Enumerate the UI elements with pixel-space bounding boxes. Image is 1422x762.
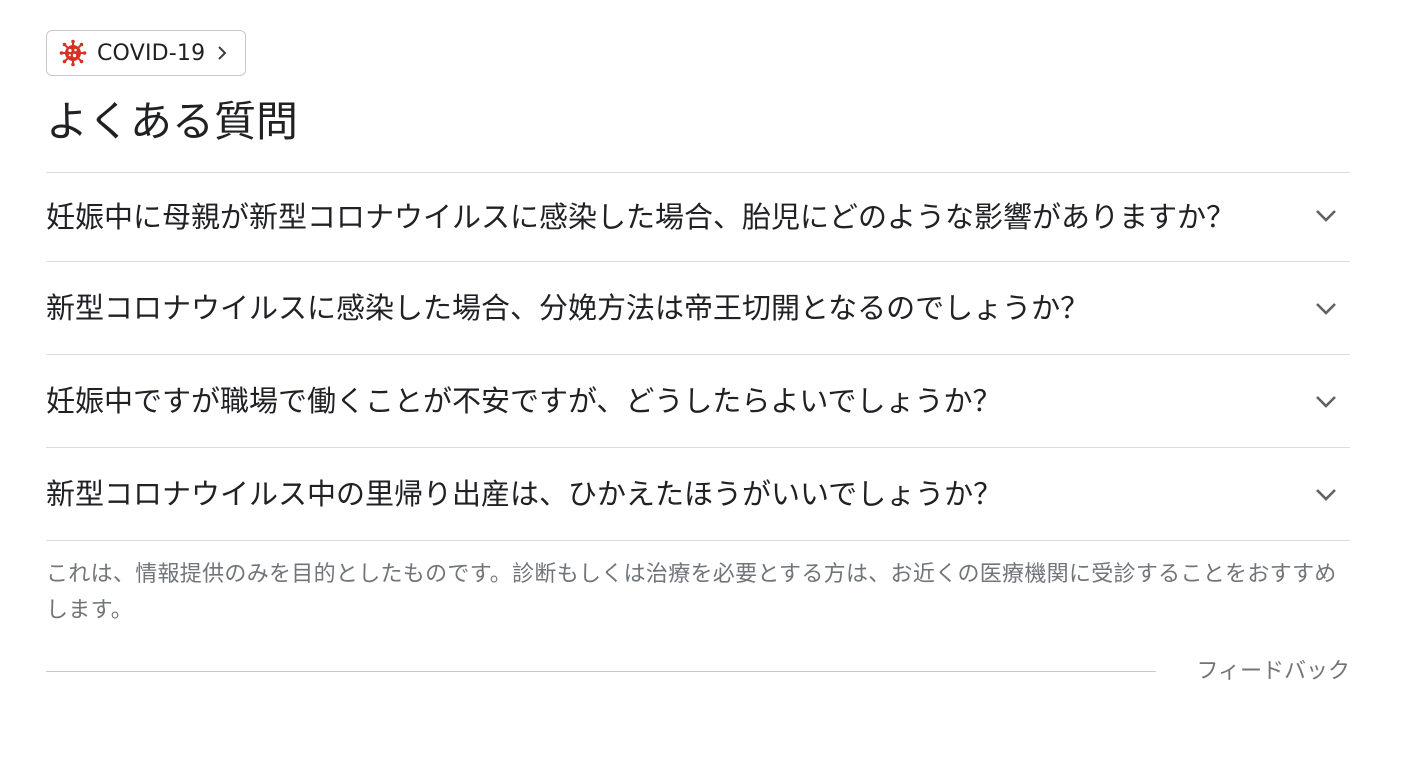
chevron-down-icon[interactable] bbox=[1312, 387, 1340, 415]
covid-chip-button[interactable]: COVID-19 bbox=[46, 30, 247, 76]
faq-item[interactable]: 妊娠中に母親が新型コロナウイルスに感染した場合、胎児にどのような影響がありますか… bbox=[46, 173, 1350, 262]
divider bbox=[46, 671, 1156, 672]
faq-item[interactable]: 妊娠中ですが職場で働くことが不安ですが、どうしたらよいでしょうか？ bbox=[46, 355, 1350, 448]
faq-item[interactable]: 新型コロナウイルスに感染した場合、分娩方法は帝王切開となるのでしょうか？ bbox=[46, 262, 1350, 355]
chevron-right-icon bbox=[215, 44, 229, 62]
faq-list: 妊娠中に母親が新型コロナウイルスに感染した場合、胎児にどのような影響がありますか… bbox=[46, 172, 1350, 541]
faq-question: 新型コロナウイルスに感染した場合、分娩方法は帝王切開となるのでしょうか？ bbox=[46, 291, 1090, 325]
chevron-down-icon[interactable] bbox=[1312, 201, 1340, 229]
chevron-down-icon[interactable] bbox=[1312, 294, 1340, 322]
virus-icon bbox=[59, 39, 87, 67]
faq-panel: COVID-19 よくある質問 妊娠中に母親が新型コロナウイルスに感染した場合、… bbox=[46, 30, 1350, 693]
disclaimer-text: これは、情報提供のみを目的としたものです。診断もしくは治療を必要とする方は、お近… bbox=[46, 562, 1337, 623]
feedback-link[interactable]: フィードバック bbox=[1196, 653, 1350, 685]
faq-question: 妊娠中に母親が新型コロナウイルスに感染した場合、胎児にどのような影響がありますか… bbox=[46, 200, 1236, 234]
feedback-row: フィードバック bbox=[46, 653, 1350, 693]
chip-label: COVID-19 bbox=[97, 40, 206, 66]
page-title: よくある質問 bbox=[46, 97, 299, 146]
faq-question: 妊娠中ですが職場で働くことが不安ですが、どうしたらよいでしょうか？ bbox=[46, 384, 1002, 418]
faq-item[interactable]: 新型コロナウイルス中の里帰り出産は、ひかえたほうがいいでしょうか？ bbox=[46, 448, 1350, 541]
faq-question: 新型コロナウイルス中の里帰り出産は、ひかえたほうがいいでしょうか？ bbox=[46, 477, 1003, 511]
chevron-down-icon[interactable] bbox=[1312, 480, 1340, 508]
